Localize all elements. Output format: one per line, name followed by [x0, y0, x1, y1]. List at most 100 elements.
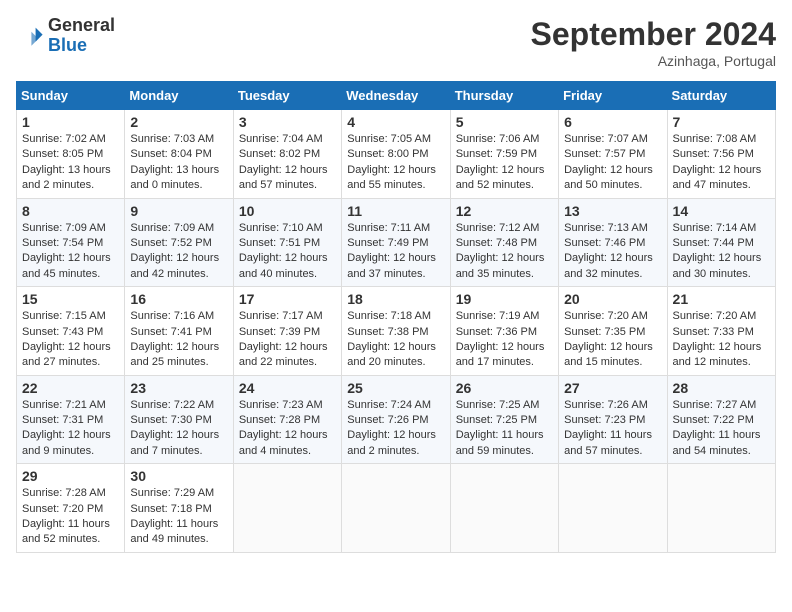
day-info: Sunrise: 7:04 AM Sunset: 8:02 PM Dayligh…	[239, 132, 336, 194]
day-number: 12	[456, 203, 553, 219]
day-number: 10	[239, 203, 336, 219]
col-thursday: Thursday	[450, 82, 558, 110]
calendar-cell: 11 Sunrise: 7:11 AM Sunset: 7:49 PM Dayl…	[342, 198, 450, 287]
day-info: Sunrise: 7:15 AM Sunset: 7:43 PM Dayligh…	[22, 309, 119, 371]
col-wednesday: Wednesday	[342, 82, 450, 110]
day-info: Sunrise: 7:09 AM Sunset: 7:52 PM Dayligh…	[130, 221, 227, 283]
month-title: September 2024	[531, 16, 776, 53]
calendar-cell: 28 Sunrise: 7:27 AM Sunset: 7:22 PM Dayl…	[667, 375, 775, 464]
day-number: 23	[130, 380, 227, 396]
calendar-cell	[342, 464, 450, 553]
calendar-cell: 17 Sunrise: 7:17 AM Sunset: 7:39 PM Dayl…	[233, 287, 341, 376]
day-number: 19	[456, 291, 553, 307]
calendar-week-4: 22 Sunrise: 7:21 AM Sunset: 7:31 PM Dayl…	[17, 375, 776, 464]
day-number: 24	[239, 380, 336, 396]
day-info: Sunrise: 7:28 AM Sunset: 7:20 PM Dayligh…	[22, 486, 119, 548]
calendar-cell: 6 Sunrise: 7:07 AM Sunset: 7:57 PM Dayli…	[559, 110, 667, 199]
day-number: 22	[22, 380, 119, 396]
day-info: Sunrise: 7:10 AM Sunset: 7:51 PM Dayligh…	[239, 221, 336, 283]
calendar-cell: 1 Sunrise: 7:02 AM Sunset: 8:05 PM Dayli…	[17, 110, 125, 199]
calendar-table: Sunday Monday Tuesday Wednesday Thursday…	[16, 81, 776, 553]
calendar-cell	[450, 464, 558, 553]
day-info: Sunrise: 7:08 AM Sunset: 7:56 PM Dayligh…	[673, 132, 770, 194]
day-number: 3	[239, 114, 336, 130]
day-info: Sunrise: 7:27 AM Sunset: 7:22 PM Dayligh…	[673, 398, 770, 460]
calendar-cell: 26 Sunrise: 7:25 AM Sunset: 7:25 PM Dayl…	[450, 375, 558, 464]
col-tuesday: Tuesday	[233, 82, 341, 110]
calendar-cell: 2 Sunrise: 7:03 AM Sunset: 8:04 PM Dayli…	[125, 110, 233, 199]
day-number: 15	[22, 291, 119, 307]
day-info: Sunrise: 7:07 AM Sunset: 7:57 PM Dayligh…	[564, 132, 661, 194]
calendar-week-3: 15 Sunrise: 7:15 AM Sunset: 7:43 PM Dayl…	[17, 287, 776, 376]
col-monday: Monday	[125, 82, 233, 110]
calendar-cell: 23 Sunrise: 7:22 AM Sunset: 7:30 PM Dayl…	[125, 375, 233, 464]
day-number: 28	[673, 380, 770, 396]
logo: General Blue	[16, 16, 115, 56]
day-number: 27	[564, 380, 661, 396]
day-info: Sunrise: 7:02 AM Sunset: 8:05 PM Dayligh…	[22, 132, 119, 194]
day-info: Sunrise: 7:18 AM Sunset: 7:38 PM Dayligh…	[347, 309, 444, 371]
header-row: Sunday Monday Tuesday Wednesday Thursday…	[17, 82, 776, 110]
calendar-cell: 15 Sunrise: 7:15 AM Sunset: 7:43 PM Dayl…	[17, 287, 125, 376]
day-number: 8	[22, 203, 119, 219]
calendar-cell: 13 Sunrise: 7:13 AM Sunset: 7:46 PM Dayl…	[559, 198, 667, 287]
day-number: 17	[239, 291, 336, 307]
day-number: 25	[347, 380, 444, 396]
calendar-cell: 29 Sunrise: 7:28 AM Sunset: 7:20 PM Dayl…	[17, 464, 125, 553]
day-number: 4	[347, 114, 444, 130]
day-number: 1	[22, 114, 119, 130]
day-number: 21	[673, 291, 770, 307]
day-info: Sunrise: 7:25 AM Sunset: 7:25 PM Dayligh…	[456, 398, 553, 460]
location: Azinhaga, Portugal	[531, 53, 776, 69]
day-info: Sunrise: 7:22 AM Sunset: 7:30 PM Dayligh…	[130, 398, 227, 460]
calendar-cell: 18 Sunrise: 7:18 AM Sunset: 7:38 PM Dayl…	[342, 287, 450, 376]
day-info: Sunrise: 7:16 AM Sunset: 7:41 PM Dayligh…	[130, 309, 227, 371]
day-info: Sunrise: 7:05 AM Sunset: 8:00 PM Dayligh…	[347, 132, 444, 194]
calendar-cell: 24 Sunrise: 7:23 AM Sunset: 7:28 PM Dayl…	[233, 375, 341, 464]
col-friday: Friday	[559, 82, 667, 110]
day-info: Sunrise: 7:03 AM Sunset: 8:04 PM Dayligh…	[130, 132, 227, 194]
day-number: 2	[130, 114, 227, 130]
day-number: 14	[673, 203, 770, 219]
title-block: September 2024 Azinhaga, Portugal	[531, 16, 776, 69]
calendar-cell: 8 Sunrise: 7:09 AM Sunset: 7:54 PM Dayli…	[17, 198, 125, 287]
calendar-cell: 7 Sunrise: 7:08 AM Sunset: 7:56 PM Dayli…	[667, 110, 775, 199]
col-sunday: Sunday	[17, 82, 125, 110]
calendar-cell: 22 Sunrise: 7:21 AM Sunset: 7:31 PM Dayl…	[17, 375, 125, 464]
day-number: 6	[564, 114, 661, 130]
calendar-cell	[233, 464, 341, 553]
day-info: Sunrise: 7:19 AM Sunset: 7:36 PM Dayligh…	[456, 309, 553, 371]
day-info: Sunrise: 7:21 AM Sunset: 7:31 PM Dayligh…	[22, 398, 119, 460]
page-header: General Blue September 2024 Azinhaga, Po…	[16, 16, 776, 69]
calendar-cell: 21 Sunrise: 7:20 AM Sunset: 7:33 PM Dayl…	[667, 287, 775, 376]
day-info: Sunrise: 7:24 AM Sunset: 7:26 PM Dayligh…	[347, 398, 444, 460]
calendar-week-1: 1 Sunrise: 7:02 AM Sunset: 8:05 PM Dayli…	[17, 110, 776, 199]
calendar-cell: 14 Sunrise: 7:14 AM Sunset: 7:44 PM Dayl…	[667, 198, 775, 287]
day-info: Sunrise: 7:13 AM Sunset: 7:46 PM Dayligh…	[564, 221, 661, 283]
calendar-cell	[559, 464, 667, 553]
calendar-cell	[667, 464, 775, 553]
day-number: 11	[347, 203, 444, 219]
day-info: Sunrise: 7:11 AM Sunset: 7:49 PM Dayligh…	[347, 221, 444, 283]
day-info: Sunrise: 7:12 AM Sunset: 7:48 PM Dayligh…	[456, 221, 553, 283]
calendar-cell: 27 Sunrise: 7:26 AM Sunset: 7:23 PM Dayl…	[559, 375, 667, 464]
calendar-cell: 12 Sunrise: 7:12 AM Sunset: 7:48 PM Dayl…	[450, 198, 558, 287]
day-number: 26	[456, 380, 553, 396]
calendar-week-5: 29 Sunrise: 7:28 AM Sunset: 7:20 PM Dayl…	[17, 464, 776, 553]
day-info: Sunrise: 7:23 AM Sunset: 7:28 PM Dayligh…	[239, 398, 336, 460]
calendar-cell: 4 Sunrise: 7:05 AM Sunset: 8:00 PM Dayli…	[342, 110, 450, 199]
day-number: 29	[22, 468, 119, 484]
calendar-cell: 25 Sunrise: 7:24 AM Sunset: 7:26 PM Dayl…	[342, 375, 450, 464]
day-info: Sunrise: 7:14 AM Sunset: 7:44 PM Dayligh…	[673, 221, 770, 283]
day-number: 30	[130, 468, 227, 484]
day-info: Sunrise: 7:26 AM Sunset: 7:23 PM Dayligh…	[564, 398, 661, 460]
day-info: Sunrise: 7:17 AM Sunset: 7:39 PM Dayligh…	[239, 309, 336, 371]
day-info: Sunrise: 7:29 AM Sunset: 7:18 PM Dayligh…	[130, 486, 227, 548]
day-info: Sunrise: 7:20 AM Sunset: 7:35 PM Dayligh…	[564, 309, 661, 371]
day-info: Sunrise: 7:20 AM Sunset: 7:33 PM Dayligh…	[673, 309, 770, 371]
day-number: 16	[130, 291, 227, 307]
day-info: Sunrise: 7:06 AM Sunset: 7:59 PM Dayligh…	[456, 132, 553, 194]
day-number: 5	[456, 114, 553, 130]
day-info: Sunrise: 7:09 AM Sunset: 7:54 PM Dayligh…	[22, 221, 119, 283]
day-number: 13	[564, 203, 661, 219]
